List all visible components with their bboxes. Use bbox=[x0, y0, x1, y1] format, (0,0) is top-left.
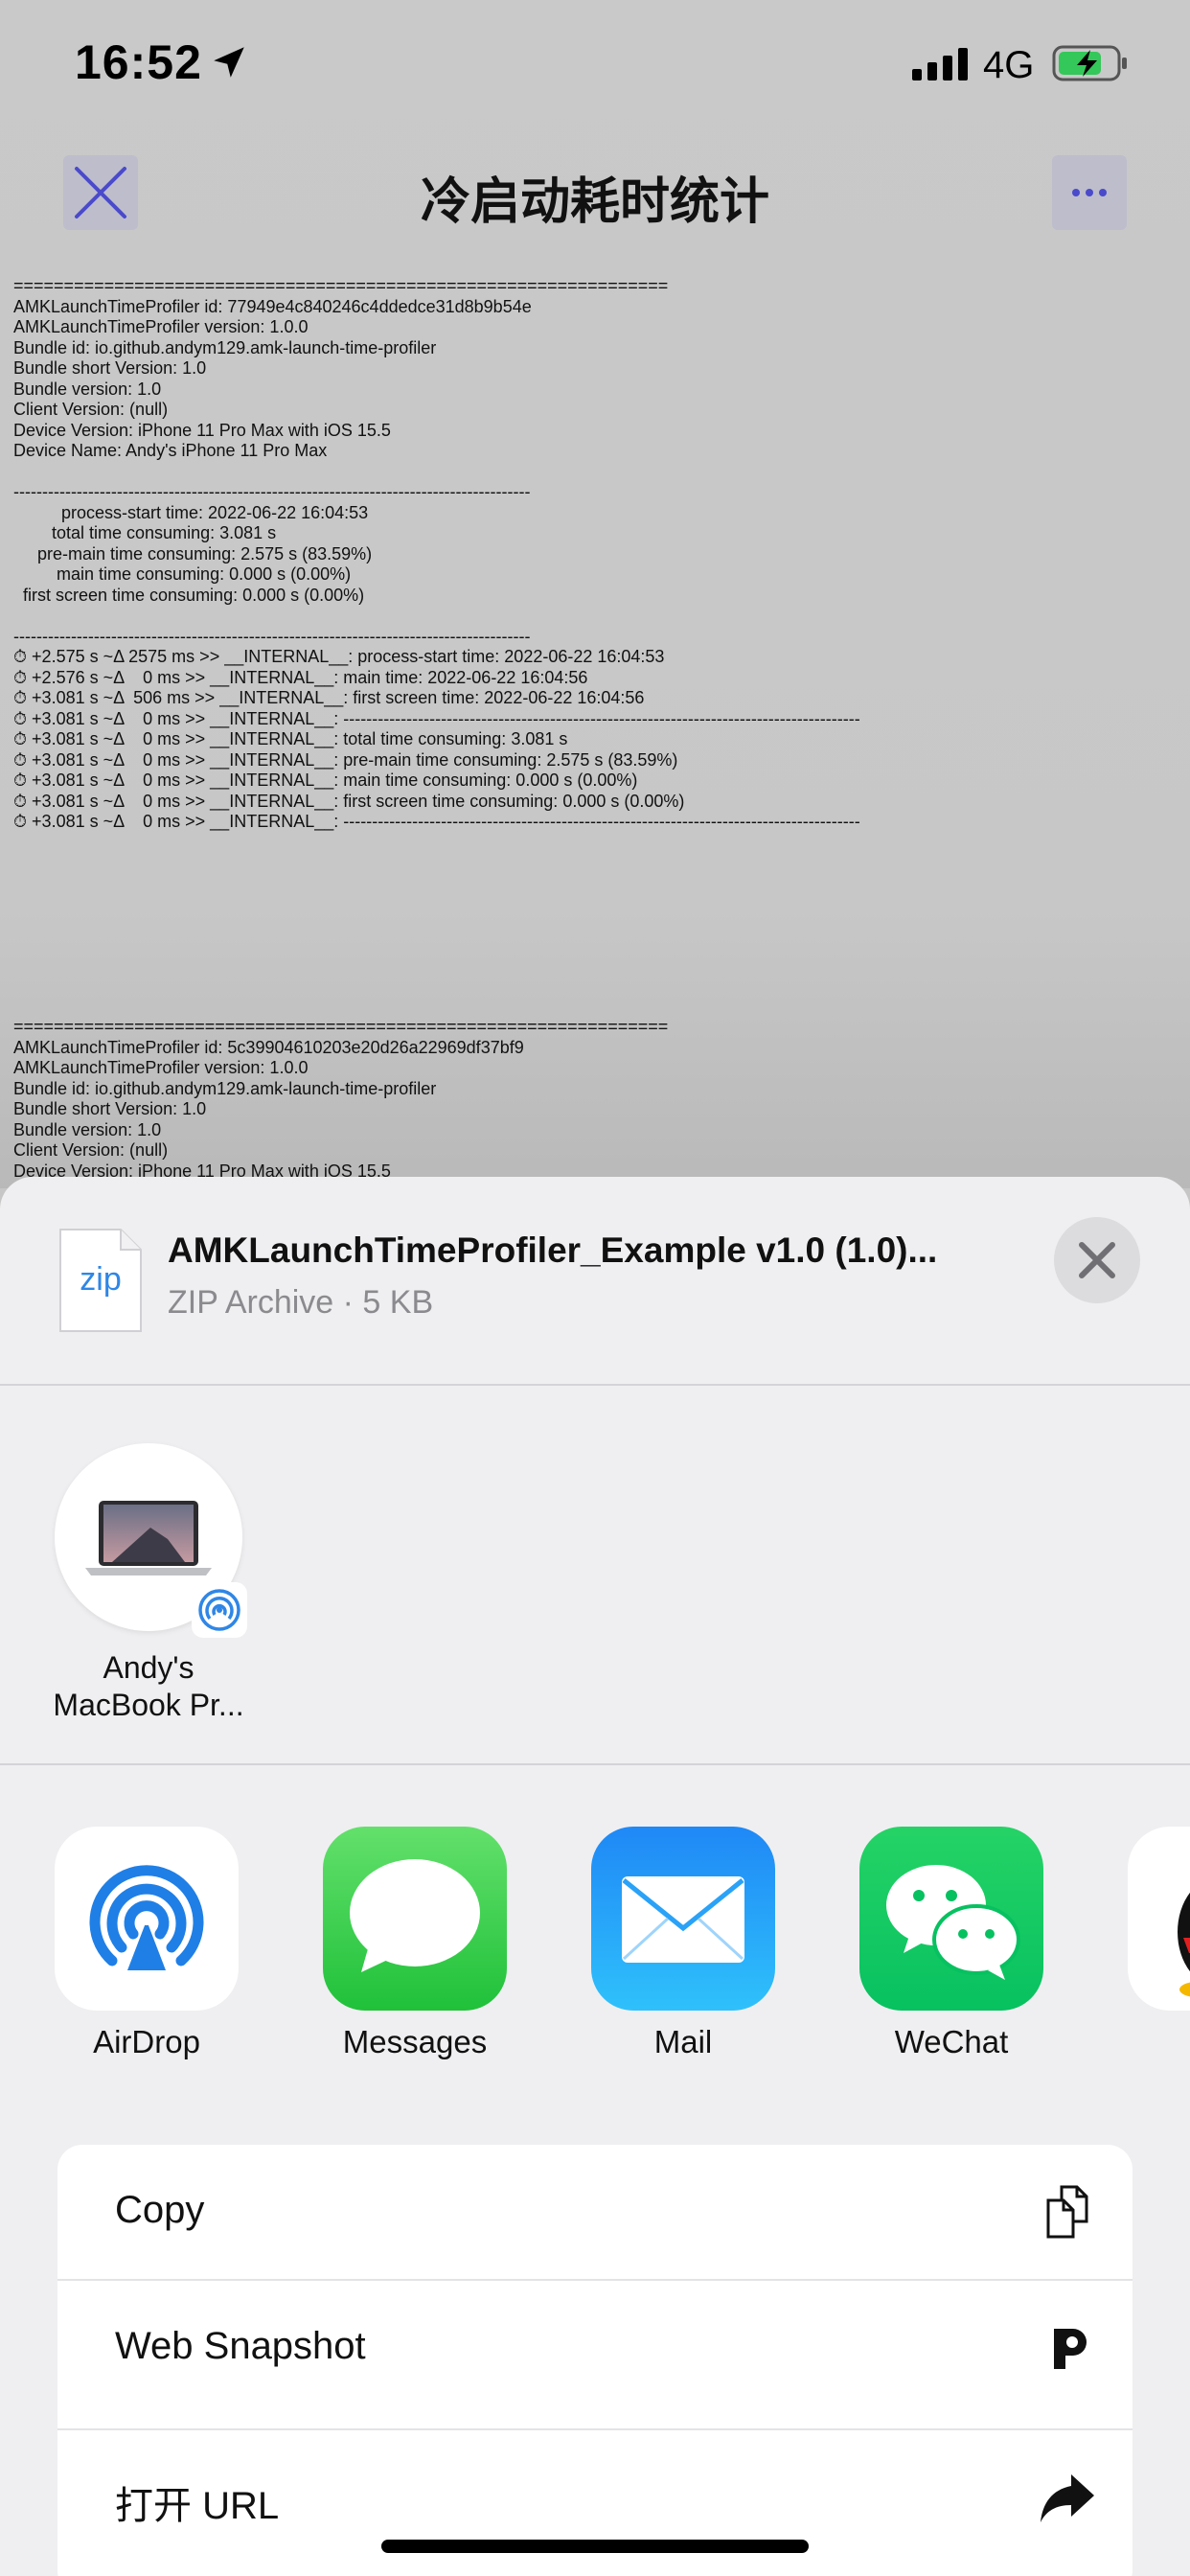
web-snapshot-icon bbox=[1054, 2329, 1087, 2369]
share-actions-list: Copy Web Snapshot 打开 URL bbox=[57, 2145, 1133, 2576]
action-copy[interactable]: Copy bbox=[57, 2145, 1133, 2279]
signal-bars-icon bbox=[912, 48, 968, 80]
airdrop-icon bbox=[55, 1827, 239, 2011]
app-messages[interactable]: Messages bbox=[280, 1827, 510, 2076]
battery-charging-icon bbox=[1052, 45, 1127, 81]
log-text-1: ========================================… bbox=[13, 276, 860, 831]
action-web-snapshot[interactable]: Web Snapshot bbox=[57, 2281, 1133, 2415]
app-airdrop[interactable]: AirDrop bbox=[11, 1827, 241, 2076]
file-header: zip AMKLaunchTimeProfiler_Example v1.0 (… bbox=[0, 1177, 1190, 1384]
file-meta: ZIP Archive · 5 KB bbox=[168, 1284, 434, 1321]
action-label: Copy bbox=[115, 2189, 205, 2231]
device-label: Andy's MacBook Pr... bbox=[53, 1650, 244, 1722]
web-page: 16:52 4G 冷启动耗时统计 =======================… bbox=[0, 0, 1190, 1188]
app-qq[interactable] bbox=[1085, 1827, 1190, 2076]
divider bbox=[0, 1763, 1190, 1765]
file-name: AMKLaunchTimeProfiler_Example v1.0 (1.0)… bbox=[168, 1230, 938, 1270]
status-bar: 16:52 4G bbox=[0, 0, 1190, 129]
more-button[interactable] bbox=[1052, 155, 1127, 230]
status-time: 16:52 bbox=[75, 35, 202, 89]
wechat-icon bbox=[859, 1827, 1043, 2011]
more-icon bbox=[1072, 189, 1107, 196]
divider bbox=[0, 1384, 1190, 1386]
app-label: AirDrop bbox=[93, 2024, 200, 2059]
app-label: WeChat bbox=[894, 2024, 1009, 2059]
share-arrow-icon bbox=[1041, 2474, 1094, 2522]
app-mail[interactable]: Mail bbox=[548, 1827, 778, 2076]
messages-icon bbox=[323, 1827, 507, 2011]
share-apps-row: AirDrop Messages Mail WeChat bbox=[0, 1827, 1190, 2076]
airdrop-badge-icon bbox=[198, 1589, 240, 1631]
location-arrow-icon bbox=[214, 47, 244, 78]
app-label: Mail bbox=[653, 2024, 713, 2059]
airdrop-badge bbox=[192, 1582, 247, 1638]
nav-bar: 冷启动耗时统计 bbox=[0, 134, 1190, 240]
copy-icon bbox=[1046, 2185, 1088, 2239]
share-sheet: zip AMKLaunchTimeProfiler_Example v1.0 (… bbox=[0, 1177, 1190, 2576]
network-type: 4G bbox=[983, 44, 1035, 86]
app-label: Messages bbox=[342, 2024, 488, 2059]
app-wechat[interactable]: WeChat bbox=[816, 1827, 1046, 2076]
qq-icon bbox=[1128, 1827, 1190, 2011]
close-share-button[interactable] bbox=[1054, 1217, 1140, 1303]
action-label: 打开 URL bbox=[115, 2485, 280, 2527]
log-text-2: ========================================… bbox=[13, 1017, 669, 1181]
close-icon bbox=[1079, 1242, 1115, 1278]
home-indicator[interactable] bbox=[381, 2540, 809, 2553]
mail-icon bbox=[591, 1827, 775, 2011]
action-label: Web Snapshot bbox=[115, 2325, 366, 2367]
page-title: 冷启动耗时统计 bbox=[420, 174, 769, 230]
file-icon-label: zip bbox=[80, 1261, 122, 1298]
